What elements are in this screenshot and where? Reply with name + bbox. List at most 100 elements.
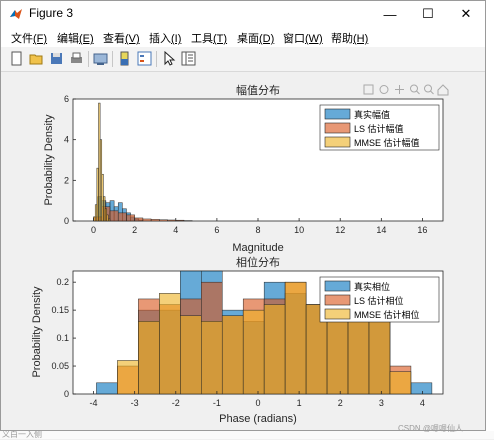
menu-desktop-label: 桌面 bbox=[237, 33, 259, 45]
new-figure-icon[interactable] bbox=[9, 51, 24, 66]
phase-bar-mmse-13 bbox=[369, 321, 390, 394]
export-icon[interactable] bbox=[364, 85, 373, 94]
zoom-in-icon[interactable] bbox=[411, 85, 420, 94]
phase-bar-mmse-8 bbox=[264, 305, 285, 394]
legend-label-mmse-magnitude: MMSE 估计幅值 bbox=[354, 137, 420, 148]
magnitude-bar-ls-6 bbox=[143, 219, 151, 221]
phase-xtick-label: 0 bbox=[255, 398, 260, 408]
menu-edit[interactable]: 编辑(E) bbox=[57, 30, 94, 46]
legend-label-ls-phase: LS 估计相位 bbox=[354, 295, 404, 306]
phase-bar-mmse-5 bbox=[201, 321, 222, 394]
axes-1-ylabel: Probability Density bbox=[43, 114, 55, 206]
brush-icon[interactable] bbox=[380, 86, 388, 94]
toolbar-separator bbox=[112, 51, 113, 67]
axes-1-xlabel: Magnitude bbox=[232, 242, 283, 254]
legend-swatch-mmse-phase bbox=[325, 309, 350, 319]
phase-bar-mmse-1 bbox=[117, 360, 138, 394]
magnitude-bar-mmse-9 bbox=[108, 219, 110, 221]
phase-bar-mmse-9 bbox=[285, 282, 306, 394]
phase-bar-mmse-6 bbox=[222, 316, 243, 394]
save-icon[interactable] bbox=[49, 51, 64, 66]
print-icon[interactable] bbox=[69, 51, 84, 66]
home-icon[interactable] bbox=[438, 85, 448, 95]
magnitude-ytick-label: 6 bbox=[64, 94, 69, 104]
maximize-button[interactable]: ☐ bbox=[409, 1, 447, 27]
phase-xtick-label: -4 bbox=[90, 398, 98, 408]
menu-help-key: (H) bbox=[353, 33, 368, 45]
phase-bar-mmse-12 bbox=[348, 310, 369, 394]
menu-window[interactable]: 窗口(W) bbox=[283, 30, 323, 46]
magnitude-xtick-label: 2 bbox=[132, 225, 137, 235]
menu-edit-key: (E) bbox=[79, 33, 94, 45]
magnitude-bar-ls-10 bbox=[176, 220, 184, 221]
menu-file[interactable]: 文件(F) bbox=[11, 30, 47, 46]
phase-bar-true-15 bbox=[411, 383, 432, 394]
background-desktop bbox=[486, 0, 494, 439]
matlab-logo-icon bbox=[9, 7, 23, 21]
magnitude-bar-ls-8 bbox=[159, 220, 167, 221]
magnitude-ytick-label: 0 bbox=[64, 216, 69, 226]
phase-ytick-label: 0.1 bbox=[56, 333, 69, 343]
legend-label-true-phase: 真实相位 bbox=[354, 281, 390, 292]
magnitude-bar-ls-4 bbox=[126, 215, 134, 221]
magnitude-bar-ls-9 bbox=[168, 220, 176, 221]
figure-window: Figure 3 — ☐ ✕ 文件(F) 编辑(E) 查看(V) 插入(I) 工… bbox=[0, 0, 486, 431]
figure-canvas: 02468101214160246 幅值分布 Magnitude Probabi… bbox=[2, 72, 485, 430]
phase-bar-mmse-7 bbox=[243, 310, 264, 394]
menu-desktop-key: (D) bbox=[259, 33, 274, 45]
property-editor-icon[interactable] bbox=[181, 51, 196, 66]
phase-xtick-label: 2 bbox=[338, 398, 343, 408]
phase-bar-mmse-11 bbox=[327, 316, 348, 394]
menu-view[interactable]: 查看(V) bbox=[103, 30, 140, 46]
menu-tools-key: (T) bbox=[213, 33, 227, 45]
phase-bar-mmse-3 bbox=[159, 293, 180, 394]
toolbar-separator bbox=[88, 51, 89, 67]
legend-swatch-true-magnitude bbox=[325, 109, 350, 119]
legend-swatch-ls-phase bbox=[325, 295, 350, 305]
pointer-icon[interactable] bbox=[161, 51, 176, 66]
magnitude-xtick-label: 8 bbox=[255, 225, 260, 235]
magnitude-xtick-label: 12 bbox=[335, 225, 345, 235]
menu-desktop[interactable]: 桌面(D) bbox=[237, 30, 274, 46]
legend-icon[interactable] bbox=[137, 51, 152, 66]
open-file-icon[interactable] bbox=[29, 51, 44, 66]
minimize-button[interactable]: — bbox=[371, 1, 409, 27]
phase-xtick-label: 3 bbox=[379, 398, 384, 408]
link-figure-icon[interactable] bbox=[93, 51, 108, 66]
plots-svg: 02468101214160246 幅值分布 Magnitude Probabi… bbox=[2, 72, 485, 430]
magnitude-ytick-label: 4 bbox=[64, 135, 69, 145]
axes-1-legend: 真实幅值 LS 估计幅值 MMSE 估计幅值 bbox=[320, 105, 439, 150]
legend-swatch-ls-magnitude bbox=[325, 123, 350, 133]
toolbar-separator bbox=[156, 51, 157, 67]
phase-bar-mmse-4 bbox=[180, 316, 201, 394]
menu-tools[interactable]: 工具(T) bbox=[191, 30, 227, 46]
magnitude-xtick-label: 6 bbox=[214, 225, 219, 235]
menu-help[interactable]: 帮助(H) bbox=[331, 30, 368, 46]
menu-help-label: 帮助 bbox=[331, 33, 353, 45]
axes-1-title: 幅值分布 bbox=[236, 84, 280, 97]
title-bar[interactable]: Figure 3 — ☐ ✕ bbox=[1, 1, 485, 27]
phase-ytick-label: 0.15 bbox=[51, 305, 69, 315]
window-title: Figure 3 bbox=[29, 6, 73, 20]
menu-bar: 文件(F) 编辑(E) 查看(V) 插入(I) 工具(T) 桌面(D) 窗口(W… bbox=[1, 27, 485, 47]
axes-toolbar bbox=[364, 85, 448, 95]
phase-xtick-label: -2 bbox=[172, 398, 180, 408]
magnitude-bar-ls-7 bbox=[151, 219, 159, 221]
phase-bar-mmse-14 bbox=[390, 372, 411, 394]
colorbar-icon[interactable] bbox=[117, 51, 132, 66]
phase-xtick-label: -1 bbox=[213, 398, 221, 408]
menu-insert-key: (I) bbox=[171, 33, 181, 45]
magnitude-xtick-label: 14 bbox=[376, 225, 386, 235]
pan-icon[interactable] bbox=[395, 85, 404, 94]
menu-file-label: 文件 bbox=[11, 33, 33, 45]
axes-2-legend: 真实相位 LS 估计相位 MMSE 估计相位 bbox=[320, 277, 439, 322]
menu-window-label: 窗口 bbox=[283, 33, 305, 45]
zoom-out-icon[interactable] bbox=[425, 85, 434, 94]
menu-window-key: (W) bbox=[305, 33, 323, 45]
close-button[interactable]: ✕ bbox=[447, 1, 485, 27]
phase-ytick-label: 0.05 bbox=[51, 361, 69, 371]
legend-label-mmse-phase: MMSE 估计相位 bbox=[354, 309, 420, 320]
menu-tools-label: 工具 bbox=[191, 33, 213, 45]
phase-xtick-label: 4 bbox=[420, 398, 425, 408]
menu-insert[interactable]: 插入(I) bbox=[149, 30, 181, 46]
